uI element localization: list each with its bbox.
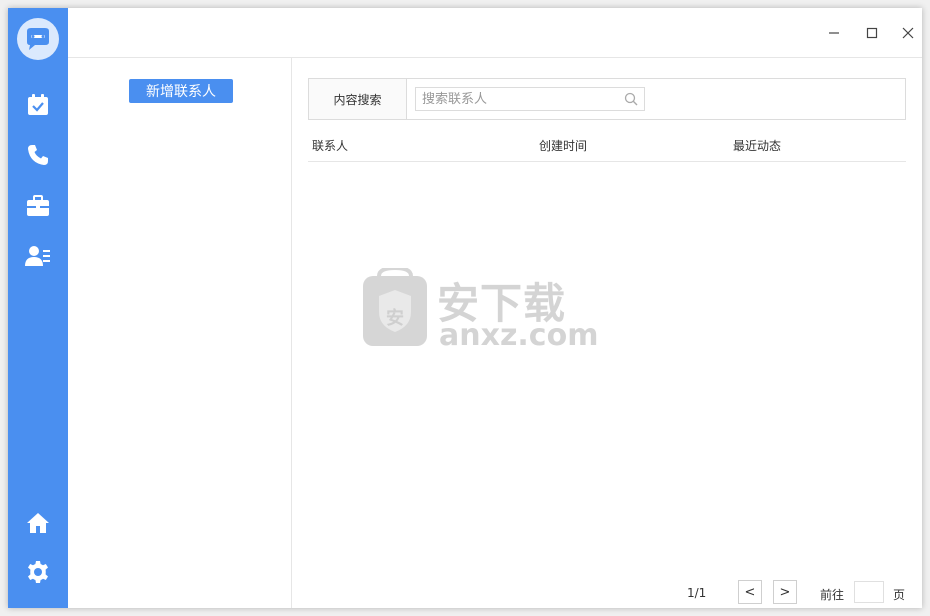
minimize-button[interactable] — [822, 22, 846, 44]
search-input[interactable] — [416, 88, 644, 111]
contact-card-icon[interactable] — [23, 241, 53, 271]
goto-label: 前往 — [820, 588, 845, 602]
contact-group-panel: 新增联系人 — [68, 58, 292, 608]
add-contact-button[interactable]: 新增联系人 — [129, 79, 233, 103]
next-page-button[interactable]: > — [773, 580, 797, 604]
app-window: 新增联系人 内容搜索 联系人 创建时间 最近动态 — [8, 8, 922, 608]
maximize-button[interactable] — [860, 22, 884, 44]
phone-icon[interactable] — [23, 140, 53, 170]
pagination: 1/1 < > 前往 页 — [293, 580, 922, 606]
goto-page-input[interactable] — [854, 581, 884, 603]
search-field — [415, 87, 645, 111]
column-header-recent-activity[interactable]: 最近动态 — [733, 137, 781, 154]
table-header: 联系人 创建时间 最近动态 — [308, 128, 906, 162]
watermark-domain: anxz.com — [439, 318, 599, 353]
calendar-check-icon[interactable] — [23, 90, 53, 120]
page-indicator: 1/1 — [687, 586, 707, 600]
chat-logo-icon[interactable] — [17, 18, 59, 60]
title-bar — [68, 8, 922, 58]
search-bar: 内容搜索 — [308, 78, 906, 120]
search-label: 内容搜索 — [309, 79, 407, 119]
home-icon[interactable] — [23, 508, 53, 538]
briefcase-icon[interactable] — [23, 191, 53, 221]
search-icon[interactable] — [624, 92, 638, 106]
column-header-created-time[interactable]: 创建时间 — [539, 137, 587, 154]
prev-page-button[interactable]: < — [738, 580, 762, 604]
close-button[interactable] — [896, 22, 920, 44]
watermark: 安 安下载 anxz.com — [357, 265, 598, 358]
column-header-contact[interactable]: 联系人 — [312, 137, 348, 154]
sidebar — [8, 8, 68, 608]
watermark-glyph: 安 — [386, 308, 404, 329]
page-suffix: 页 — [893, 588, 906, 602]
main-content: 内容搜索 联系人 创建时间 最近动态 安 安下载 anxz.com — [293, 58, 922, 608]
gear-icon[interactable] — [23, 557, 53, 587]
